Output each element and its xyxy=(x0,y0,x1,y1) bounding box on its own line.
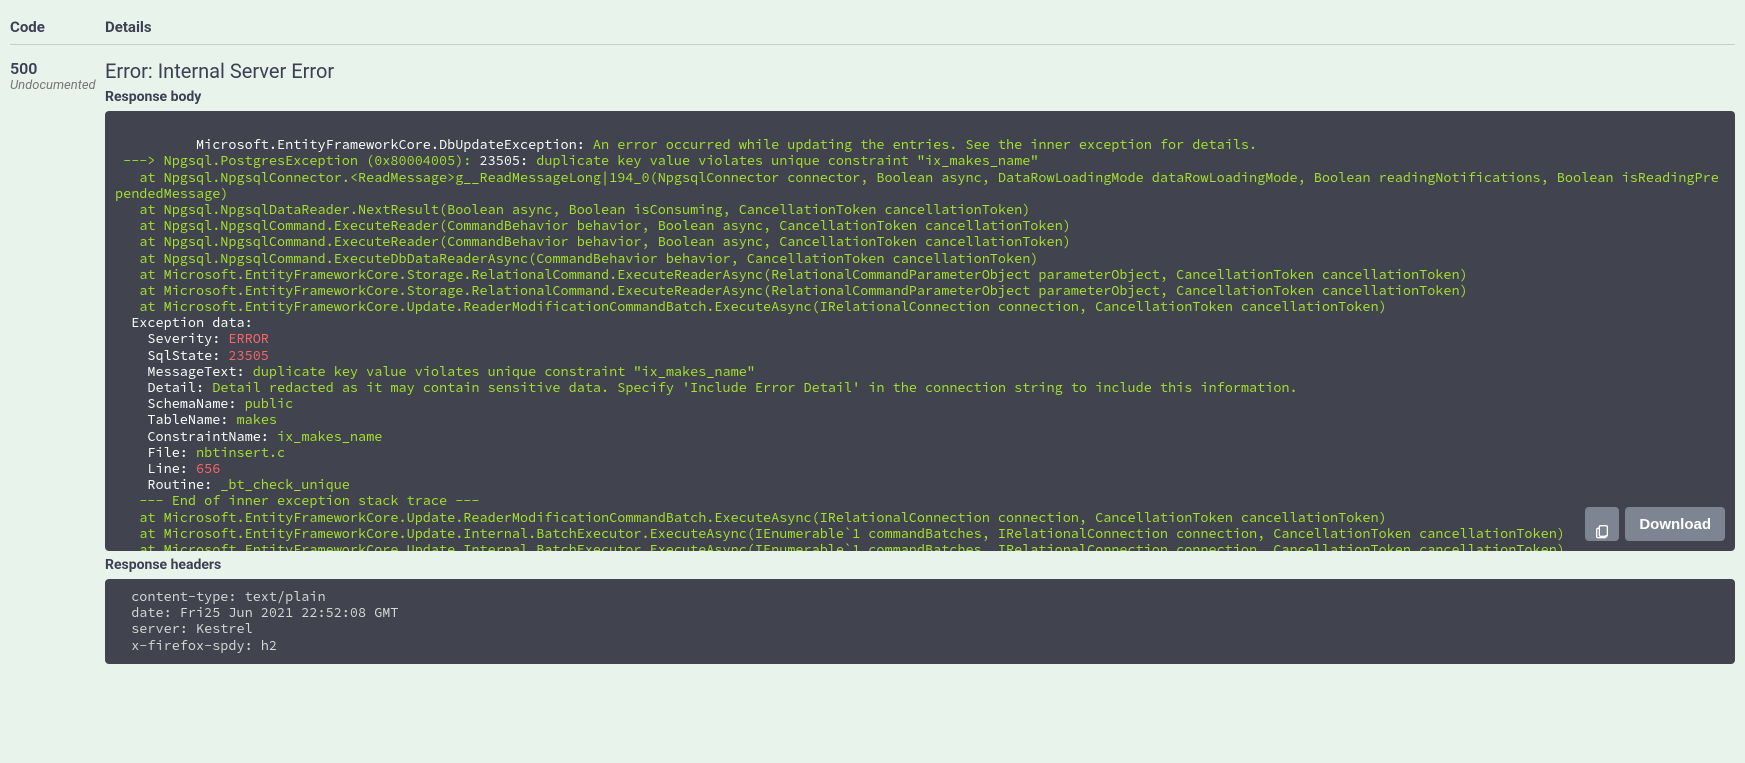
response-body-text: Microsoft.EntityFrameworkCore.DbUpdateEx… xyxy=(115,136,1719,551)
download-button[interactable]: Download xyxy=(1625,507,1725,541)
error-title: Error: Internal Server Error xyxy=(105,59,1735,83)
response-row: 500 Undocumented Error: Internal Server … xyxy=(10,45,1735,664)
response-body[interactable]: Microsoft.EntityFrameworkCore.DbUpdateEx… xyxy=(105,111,1735,551)
copy-button[interactable] xyxy=(1585,507,1619,541)
status-code: 500 xyxy=(10,59,105,78)
response-table: Code Details 500 Undocumented Error: Int… xyxy=(10,10,1735,664)
response-headers-label: Response headers xyxy=(105,557,1735,573)
header-details: Details xyxy=(105,10,1735,45)
clipboard-icon xyxy=(1585,489,1619,552)
header-code: Code xyxy=(10,10,105,45)
undocumented-label: Undocumented xyxy=(10,78,105,93)
response-headers: content-type: text/plain date: Fri25 Jun… xyxy=(105,579,1735,664)
response-body-label: Response body xyxy=(105,89,1735,105)
